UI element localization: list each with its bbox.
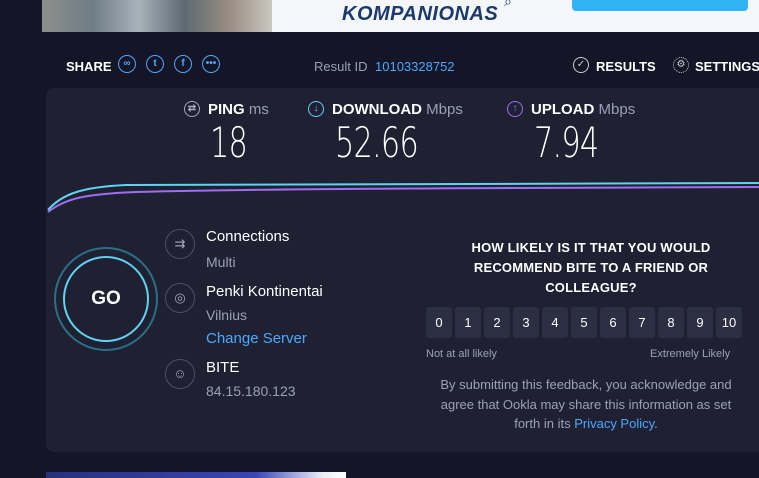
connections-value[interactable]: Multi [206,254,236,270]
connections-title: Connections [206,228,290,245]
provider-ip: 84.15.180.123 [206,383,296,399]
ad-search-icon: ⌕ [504,0,512,9]
rating-scale: 0 1 2 3 4 5 6 7 8 9 10 [426,307,742,338]
ping-header: PING ms [208,101,269,118]
more-options-icon[interactable]: ••• [202,55,220,73]
result-id-link[interactable]: 10103328752 [375,59,455,74]
share-label: SHARE [66,59,112,74]
disclaimer-end: . [654,416,658,431]
feedback-disclaimer: By submitting this feedback, you acknowl… [426,375,746,434]
rating-option[interactable]: 3 [513,307,539,338]
rating-option[interactable]: 0 [426,307,452,338]
ping-value: 18 [210,118,248,167]
bottom-ad-banner[interactable] [46,472,346,478]
ping-unit: ms [248,101,269,118]
upload-value: 7.94 [534,118,599,167]
rating-option[interactable]: 1 [455,307,481,338]
upload-label: UPLOAD [531,101,595,118]
download-label: DOWNLOAD [332,101,422,118]
check-circle-icon: ✓ [573,57,589,73]
scale-high-label: Extremely Likely [650,348,731,360]
ad-banner-text: KOMPANIONAS [342,3,499,25]
server-name: Penki Kontinentai [206,283,323,300]
upload-unit: Mbps [598,101,636,118]
rating-option[interactable]: 7 [629,307,655,338]
settings-link[interactable]: SETTINGS [695,59,759,74]
globe-icon: ◎ [165,283,195,313]
rating-option[interactable]: 5 [571,307,597,338]
provider-name: BITE [206,359,240,376]
gear-icon: ⚙ [673,57,689,73]
scale-low-label: Not at all likely [426,348,497,360]
ad-banner-button[interactable] [572,0,748,11]
user-icon: ☺ [165,359,195,389]
connections-icon: ⇉ [165,229,195,259]
ad-banner[interactable]: ⌕ KOMPANIONAS [42,0,759,32]
download-value: 52.66 [335,118,419,167]
speed-graph [47,182,759,213]
ad-banner-image [42,0,272,32]
twitter-icon[interactable]: t [146,55,164,73]
server-location: Vilnius [206,307,247,323]
rating-option[interactable]: 8 [658,307,684,338]
download-unit: Mbps [426,101,463,118]
change-server-link[interactable]: Change Server [206,330,307,347]
ping-icon: ⇄ [184,101,200,117]
rating-option[interactable]: 9 [687,307,713,338]
upload-graph-line [47,186,759,213]
ping-label: PING [208,101,245,118]
download-icon: ↓ [308,101,324,117]
rating-option[interactable]: 2 [484,307,510,338]
rating-option[interactable]: 6 [600,307,626,338]
rating-option[interactable]: 10 [716,307,742,338]
results-link[interactable]: RESULTS [596,59,656,74]
download-header: DOWNLOAD Mbps [332,101,463,118]
link-icon[interactable]: ∞ [118,55,136,73]
upload-header: UPLOAD Mbps [531,101,635,118]
upload-icon: ↑ [507,101,523,117]
survey-question: HOW LIKELY IS IT THAT YOU WOULD RECOMMEN… [471,240,711,295]
go-button[interactable]: GO [63,256,149,342]
result-id-label: Result ID [314,59,368,74]
facebook-icon[interactable]: f [174,55,192,73]
rating-option[interactable]: 4 [542,307,568,338]
results-panel: ⇄ PING ms 18 ↓ DOWNLOAD Mbps 52.66 ↑ UPL… [46,88,759,452]
privacy-policy-link[interactable]: Privacy Policy [574,416,654,431]
results-toolbar: SHARE ∞ t f ••• Result ID 10103328752 ✓ … [0,52,759,80]
